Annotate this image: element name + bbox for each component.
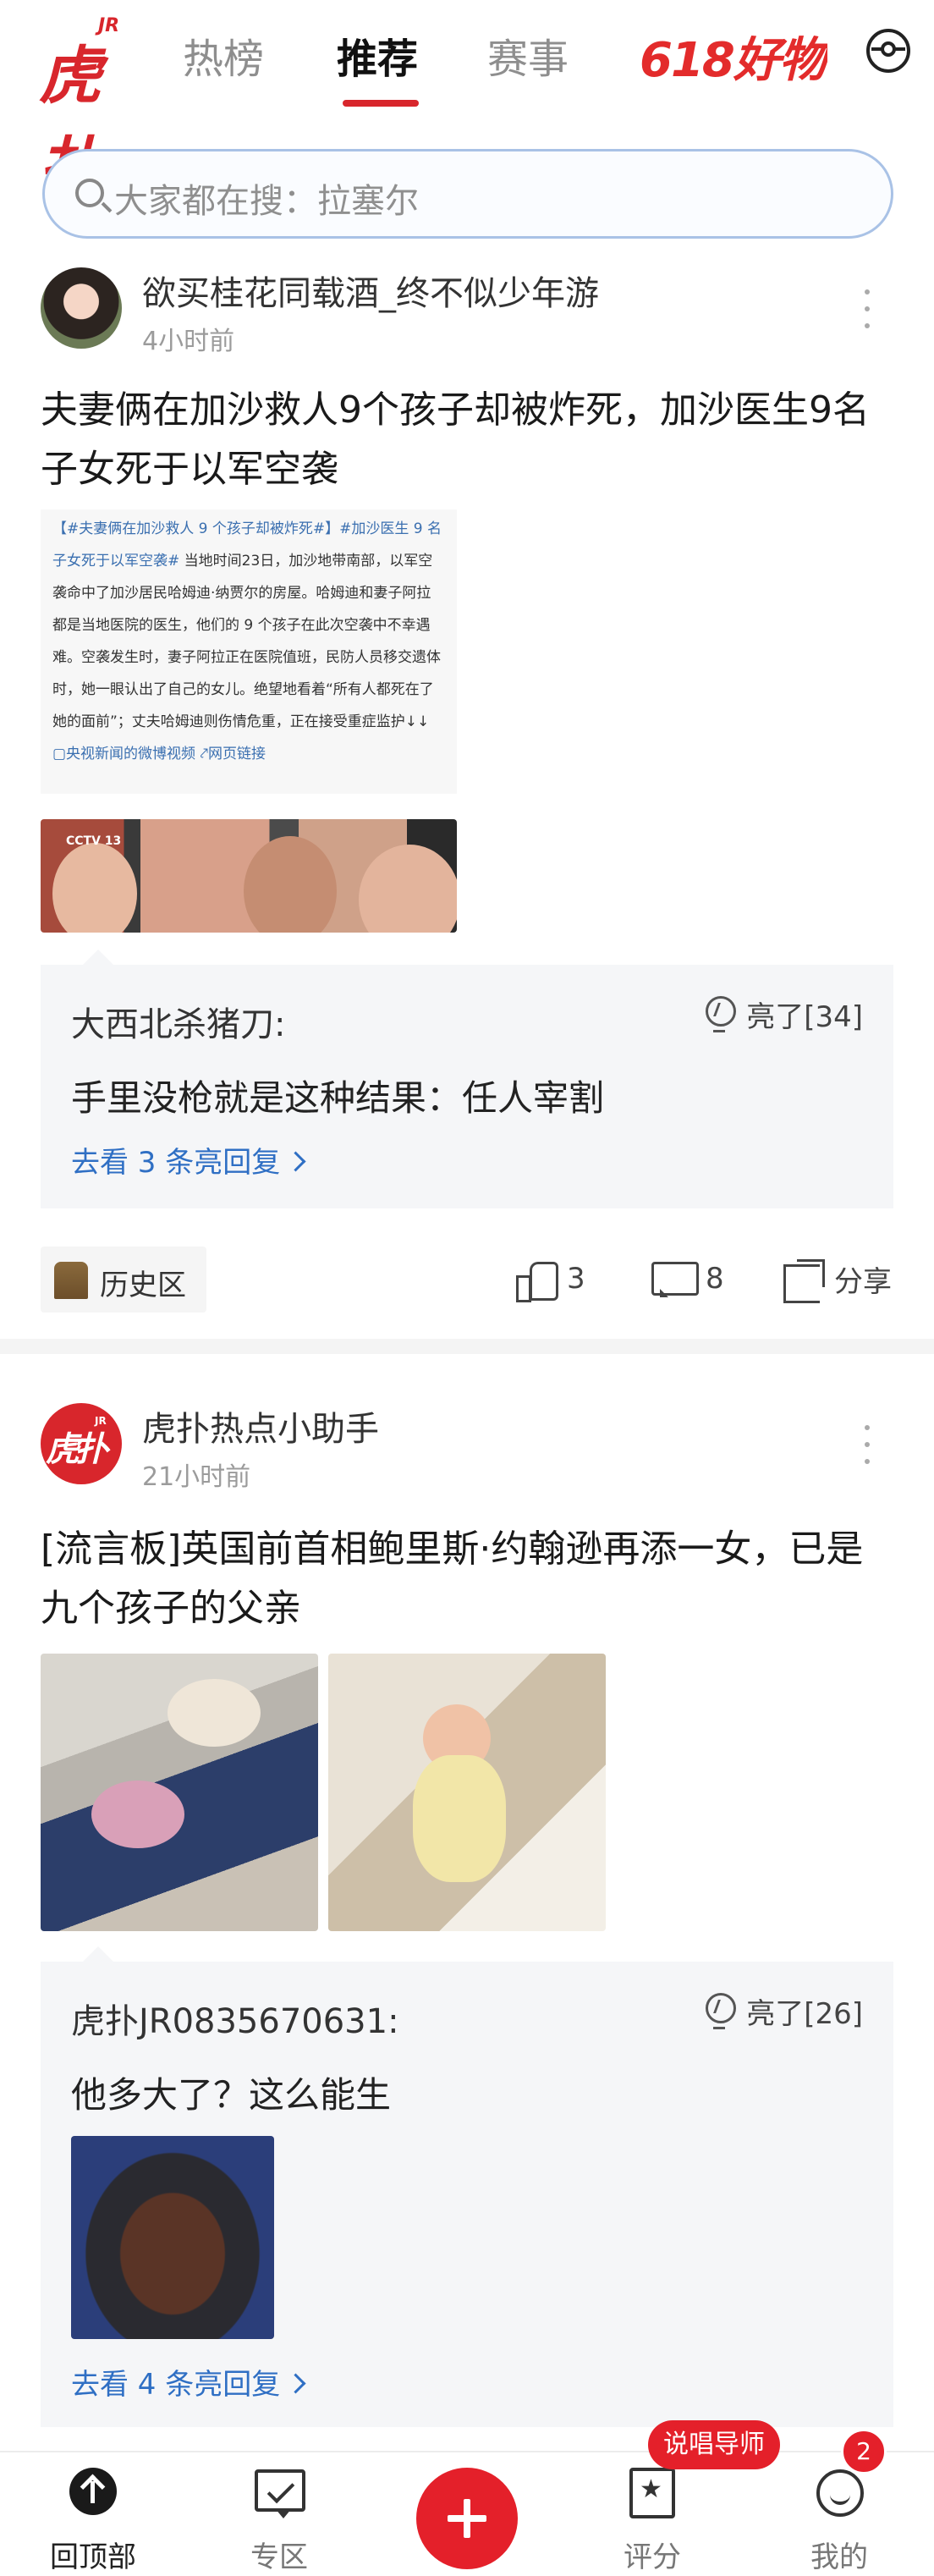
avatar[interactable]: 虎扑 JR bbox=[41, 1403, 122, 1484]
photo-person bbox=[168, 1679, 261, 1747]
back-to-top-button[interactable]: 回顶部 bbox=[38, 2452, 148, 2576]
post-time: 4小时前 bbox=[142, 327, 235, 356]
share-icon bbox=[783, 1258, 825, 1303]
light-count[interactable]: 亮了[34] bbox=[702, 994, 863, 1035]
comment-button[interactable]: 8 bbox=[651, 1258, 724, 1299]
post-image[interactable] bbox=[328, 1654, 606, 1931]
search-input[interactable]: 大家都在搜：拉塞尔 bbox=[42, 149, 893, 239]
photo-baby bbox=[91, 1781, 184, 1848]
rating-label: 评分 bbox=[624, 2540, 681, 2574]
logo-jr: JR bbox=[98, 15, 120, 36]
view-replies-link[interactable]: 去看 4 条亮回复 bbox=[71, 2361, 303, 2403]
bottom-tab-bar: 回顶部 专区 评分 我的 bbox=[0, 2451, 934, 2576]
post-title[interactable]: [流言板]英国前首相鲍里斯·约翰逊再添一女，已是九个孩子的父亲 bbox=[41, 1520, 895, 1638]
share-button[interactable]: 分享 bbox=[783, 1258, 892, 1303]
light-count-label: 亮了[26] bbox=[746, 1997, 863, 2031]
comment-count: 8 bbox=[706, 1262, 724, 1296]
thumbs-up-icon bbox=[516, 1258, 558, 1302]
hot-comment[interactable]: 虎扑JR0835670631: 亮了[26] 他多大了？这么能生 去看 4 条亮… bbox=[41, 1946, 893, 2427]
tab-me[interactable]: 我的 bbox=[784, 2452, 894, 2576]
profile-icon bbox=[816, 2469, 864, 2517]
photo-baby bbox=[413, 1755, 506, 1882]
comment-image[interactable] bbox=[71, 2136, 274, 2339]
promo-bubble[interactable]: 说唱导师 bbox=[648, 2420, 780, 2469]
back-to-top-label: 回顶部 bbox=[50, 2540, 136, 2574]
lightbulb-icon bbox=[702, 995, 737, 1033]
zone-label: 专区 bbox=[250, 2540, 308, 2574]
rating-star-icon bbox=[629, 2468, 675, 2518]
thumbnail-person bbox=[244, 836, 337, 933]
feed-divider bbox=[0, 1339, 934, 1354]
video-thumbnail[interactable]: CCTV 13 bbox=[41, 819, 457, 933]
more-options-icon[interactable] bbox=[861, 288, 873, 330]
post-time: 21小时前 bbox=[142, 1462, 251, 1492]
view-replies-link[interactable]: 去看 3 条亮回复 bbox=[71, 1139, 303, 1181]
tab-zone[interactable]: 专区 bbox=[224, 2452, 334, 2576]
search-icon bbox=[75, 179, 104, 207]
post-actions: 历史区 3 8 分享 bbox=[0, 1247, 934, 1313]
post-username[interactable]: 欲买桂花同载酒_终不似少年游 bbox=[142, 266, 599, 315]
comment-author[interactable]: 虎扑JR0835670631: bbox=[71, 1994, 399, 2043]
like-button[interactable]: 3 bbox=[516, 1258, 585, 1302]
comment-icon bbox=[651, 1258, 699, 1299]
weibo-hashtag: 【#夫妻俩在加沙救人 9 个孩子却被炸死# bbox=[52, 520, 326, 537]
thumbnail-person bbox=[359, 845, 457, 933]
post-username[interactable]: 虎扑热点小助手 bbox=[142, 1401, 379, 1450]
arrow-up-icon bbox=[69, 2468, 117, 2515]
weibo-body: 当地时间23日，加沙地带南部，以军空袭命中了加沙居民哈姆迪·纳贾尔的房屋。哈姆迪… bbox=[52, 553, 441, 730]
tab-matches[interactable]: 赛事 bbox=[487, 25, 569, 85]
light-count[interactable]: 亮了[26] bbox=[702, 1990, 863, 2032]
share-label: 分享 bbox=[834, 1265, 892, 1299]
tab-618-goods[interactable]: 618好物 bbox=[640, 22, 827, 81]
avatar-logo-text: 虎扑 bbox=[46, 1430, 108, 1469]
post-plus-button[interactable] bbox=[416, 2468, 518, 2569]
me-label: 我的 bbox=[810, 2540, 868, 2574]
tab-hot-list[interactable]: 热榜 bbox=[183, 25, 264, 85]
thumbnail-person bbox=[52, 843, 137, 933]
hot-comment[interactable]: 大西北杀猪刀: 亮了[34] 手里没枪就是这种结果：任人宰割 去看 3 条亮回复 bbox=[41, 949, 893, 1208]
search-placeholder: 大家都在搜：拉塞尔 bbox=[114, 182, 419, 221]
lightbulb-icon bbox=[702, 1992, 737, 2030]
top-nav: 虎扑 JR 热榜 推荐 赛事 618好物 bbox=[0, 0, 934, 203]
avatar[interactable] bbox=[41, 267, 122, 349]
comment-author[interactable]: 大西北杀猪刀: bbox=[71, 997, 285, 1046]
topic-tag[interactable]: 历史区 bbox=[41, 1247, 206, 1313]
light-count-label: 亮了[34] bbox=[746, 1000, 863, 1034]
comment-text: 手里没枪就是这种结果：任人宰割 bbox=[71, 1077, 605, 1119]
pokeball-icon[interactable] bbox=[866, 29, 910, 73]
tab-rating[interactable]: 评分 bbox=[597, 2452, 707, 2576]
post-image[interactable] bbox=[41, 1654, 318, 1931]
active-tab-indicator bbox=[343, 100, 419, 107]
avatar-logo-jr: JR bbox=[95, 1415, 107, 1427]
tab-618-label: 618好物 bbox=[640, 33, 827, 81]
like-count: 3 bbox=[567, 1262, 585, 1296]
tab-recommend[interactable]: 推荐 bbox=[337, 25, 418, 85]
hupu-logo[interactable]: 虎扑 JR bbox=[39, 12, 132, 203]
comment-text: 他多大了？这么能生 bbox=[71, 2074, 392, 2116]
zone-icon bbox=[255, 2469, 305, 2518]
cctv-watermark: CCTV 13 bbox=[66, 834, 122, 848]
post-title[interactable]: 夫妻俩在加沙救人9个孩子却被炸死，加沙医生9名子女死于以军空袭 bbox=[41, 381, 895, 499]
topic-tag-label: 历史区 bbox=[100, 1269, 186, 1302]
topic-tag-icon bbox=[54, 1262, 88, 1299]
embedded-weibo-image[interactable]: 【#夫妻俩在加沙救人 9 个孩子却被炸死#】#加沙医生 9 名子女死于以军空袭#… bbox=[41, 509, 457, 794]
notification-badge: 2 bbox=[841, 2429, 887, 2474]
weibo-links: ▢央视新闻的微博视频 ⤤网页链接 bbox=[52, 746, 266, 762]
more-options-icon[interactable] bbox=[861, 1423, 873, 1466]
